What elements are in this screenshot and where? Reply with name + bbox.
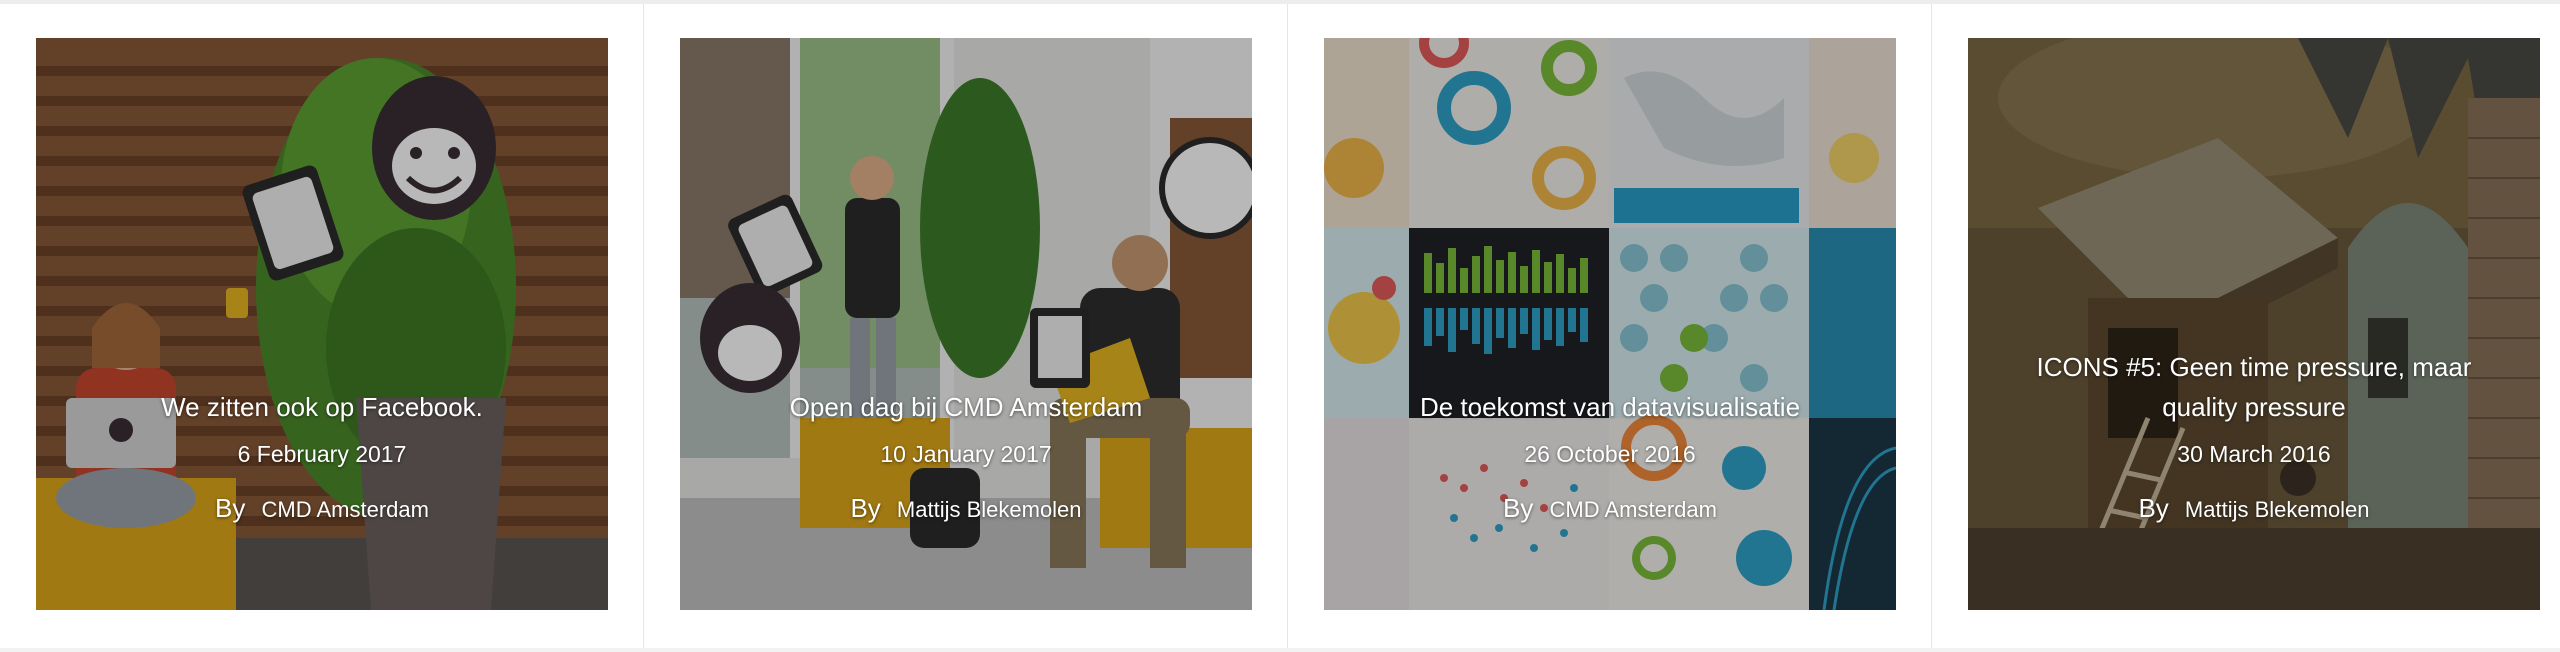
author-link[interactable]: CMD Amsterdam bbox=[261, 497, 428, 522]
post-grid: We zitten ook op Facebook. 6 February 20… bbox=[0, 4, 2560, 648]
post-info: We zitten ook op Facebook. 6 February 20… bbox=[36, 387, 608, 525]
post-byline: By Mattijs Blekemolen bbox=[1968, 493, 2540, 525]
post-byline: By Mattijs Blekemolen bbox=[680, 493, 1252, 525]
author-link[interactable]: CMD Amsterdam bbox=[1549, 497, 1716, 522]
by-label: By bbox=[850, 493, 881, 523]
post-date: 6 February 2017 bbox=[237, 441, 407, 467]
post-info: Open dag bij CMD Amsterdam 10 January 20… bbox=[680, 387, 1252, 525]
post-byline: By CMD Amsterdam bbox=[1324, 493, 1896, 525]
post-date: 26 October 2016 bbox=[1524, 441, 1696, 467]
post-card[interactable]: We zitten ook op Facebook. 6 February 20… bbox=[36, 38, 608, 610]
post-date: 30 March 2016 bbox=[2177, 441, 2331, 467]
author-link[interactable]: Mattijs Blekemolen bbox=[2185, 497, 2370, 522]
post-card[interactable]: ICONS #5: Geen time pressure, maar quali… bbox=[1968, 38, 2540, 610]
by-label: By bbox=[2138, 493, 2169, 523]
post-column: We zitten ook op Facebook. 6 February 20… bbox=[0, 4, 643, 648]
post-card[interactable]: De toekomst van datavisualisatie 26 Octo… bbox=[1324, 38, 1896, 610]
post-column: Open dag bij CMD Amsterdam 10 January 20… bbox=[644, 4, 1287, 648]
post-title[interactable]: We zitten ook op Facebook. bbox=[36, 387, 608, 427]
post-info: De toekomst van datavisualisatie 26 Octo… bbox=[1324, 387, 1896, 525]
post-column: ICONS #5: Geen time pressure, maar quali… bbox=[1932, 4, 2560, 648]
by-label: By bbox=[215, 493, 246, 523]
post-info: ICONS #5: Geen time pressure, maar quali… bbox=[1968, 347, 2540, 525]
post-title[interactable]: De toekomst van datavisualisatie bbox=[1324, 387, 1896, 427]
by-label: By bbox=[1503, 493, 1534, 523]
post-date: 10 January 2017 bbox=[880, 441, 1052, 467]
post-column: De toekomst van datavisualisatie 26 Octo… bbox=[1288, 4, 1931, 648]
post-title[interactable]: ICONS #5: Geen time pressure, maar quali… bbox=[1968, 347, 2540, 427]
post-byline: By CMD Amsterdam bbox=[36, 493, 608, 525]
author-link[interactable]: Mattijs Blekemolen bbox=[897, 497, 1082, 522]
bottom-border bbox=[0, 648, 2560, 652]
post-title[interactable]: Open dag bij CMD Amsterdam bbox=[680, 387, 1252, 427]
post-card[interactable]: Open dag bij CMD Amsterdam 10 January 20… bbox=[680, 38, 1252, 610]
